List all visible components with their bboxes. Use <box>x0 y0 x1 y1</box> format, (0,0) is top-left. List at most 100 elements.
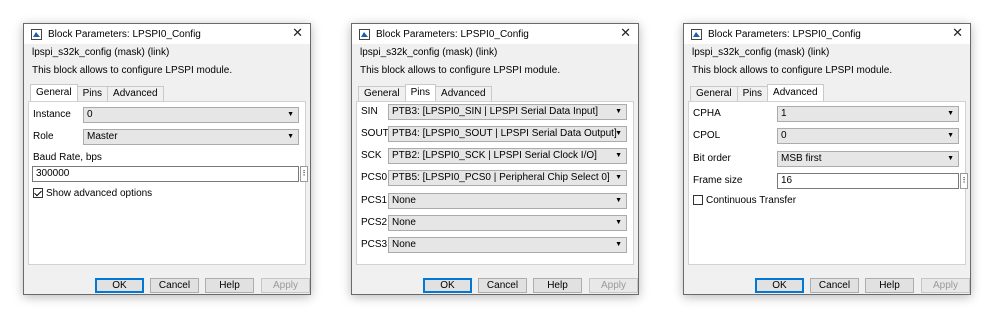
chevron-down-icon: ▼ <box>615 108 622 115</box>
window-title: Block Parameters: LPSPI0_Config <box>708 28 861 40</box>
pin-select-sck[interactable]: PTB2: [LPSPI0_SCK | LPSPI Serial Clock I… <box>388 148 627 164</box>
chevron-down-icon: ▼ <box>615 197 622 204</box>
ok-button[interactable]: OK <box>755 278 804 293</box>
pin-select-sin[interactable]: PTB3: [LPSPI0_SIN | LPSPI Serial Data In… <box>388 104 627 120</box>
tab-pins[interactable]: Pins <box>76 86 109 101</box>
cpha-select[interactable]: 1 ▼ <box>777 106 959 122</box>
chevron-down-icon: ▼ <box>615 174 622 181</box>
simulink-block-icon <box>31 28 42 40</box>
instance-label: Instance <box>33 109 71 120</box>
ellipsis-icon[interactable]: ⁝ <box>960 173 968 189</box>
title-bar[interactable]: Block Parameters: LPSPI0_Config ✕ <box>24 24 310 44</box>
pin-row-pcs3: PCS3 None ▼ <box>361 237 627 253</box>
role-select[interactable]: Master ▼ <box>83 129 299 145</box>
continuous-transfer-checkbox[interactable] <box>693 195 703 205</box>
block-type-text: lpspi_s32k_config (mask) (link) <box>692 47 830 58</box>
bit-order-select[interactable]: MSB first ▼ <box>777 151 959 167</box>
chevron-down-icon: ▼ <box>287 133 294 140</box>
pin-label: SCK <box>361 150 382 161</box>
show-advanced-checkbox[interactable] <box>33 188 43 198</box>
dialog-advanced: Block Parameters: LPSPI0_Config ✕ lpspi_… <box>683 23 971 295</box>
block-description: This block allows to configure LPSPI mod… <box>360 65 561 76</box>
tab-pins[interactable]: Pins <box>404 84 437 101</box>
help-button[interactable]: Help <box>205 278 254 293</box>
close-icon[interactable]: ✕ <box>620 26 631 40</box>
ok-button[interactable]: OK <box>423 278 472 293</box>
pin-select-sout[interactable]: PTB4: [LPSPI0_SOUT | LPSPI Serial Data O… <box>388 126 627 142</box>
pin-select-pcs2[interactable]: None ▼ <box>388 215 627 231</box>
help-button[interactable]: Help <box>865 278 914 293</box>
pin-row-pcs0: PCS0 PTB5: [LPSPI0_PCS0 | Peripheral Chi… <box>361 170 627 186</box>
pin-label: PCS3 <box>361 239 388 250</box>
tab-panel-pins: SIN PTB3: [LPSPI0_SIN | LPSPI Serial Dat… <box>356 101 634 265</box>
pin-value: None <box>392 239 416 250</box>
apply-button[interactable]: Apply <box>589 278 638 293</box>
simulink-block-icon <box>691 28 702 40</box>
dialog-general: Block Parameters: LPSPI0_Config ✕ lpspi_… <box>23 23 311 295</box>
bit-order-row: Bit order MSB first ▼ <box>693 151 959 167</box>
chevron-down-icon: ▼ <box>947 155 954 162</box>
window-title: Block Parameters: LPSPI0_Config <box>376 28 529 40</box>
cancel-button[interactable]: Cancel <box>150 278 199 293</box>
pin-label: PCS2 <box>361 217 388 228</box>
apply-button[interactable]: Apply <box>261 278 310 293</box>
frame-size-label: Frame size <box>693 175 743 186</box>
continuous-transfer-label: Continuous Transfer <box>706 194 797 206</box>
role-value: Master <box>87 131 118 142</box>
cpol-value: 0 <box>781 130 787 141</box>
tab-general[interactable]: General <box>690 86 738 101</box>
block-description: This block allows to configure LPSPI mod… <box>692 65 893 76</box>
tab-bar: General Pins Advanced <box>30 84 164 101</box>
pin-select-pcs1[interactable]: None ▼ <box>388 193 627 209</box>
pin-row-pcs2: PCS2 None ▼ <box>361 215 627 231</box>
cancel-button[interactable]: Cancel <box>478 278 527 293</box>
instance-value: 0 <box>87 109 93 120</box>
cpol-row: CPOL 0 ▼ <box>693 128 959 144</box>
pin-row-sin: SIN PTB3: [LPSPI0_SIN | LPSPI Serial Dat… <box>361 104 627 120</box>
help-button[interactable]: Help <box>533 278 582 293</box>
tab-advanced[interactable]: Advanced <box>767 84 824 101</box>
baud-rate-input[interactable]: 300000 <box>32 166 299 182</box>
title-bar[interactable]: Block Parameters: LPSPI0_Config ✕ <box>684 24 970 44</box>
apply-button[interactable]: Apply <box>921 278 970 293</box>
baud-rate-label: Baud Rate, bps <box>33 152 102 163</box>
pin-select-pcs0[interactable]: PTB5: [LPSPI0_PCS0 | Peripheral Chip Sel… <box>388 170 627 186</box>
block-type-text: lpspi_s32k_config (mask) (link) <box>360 47 498 58</box>
cancel-button[interactable]: Cancel <box>810 278 859 293</box>
simulink-block-icon <box>359 28 370 40</box>
chevron-down-icon: ▼ <box>615 152 622 159</box>
tab-advanced[interactable]: Advanced <box>435 86 492 101</box>
chevron-down-icon: ▼ <box>287 111 294 118</box>
close-icon[interactable]: ✕ <box>292 26 303 40</box>
cpha-row: CPHA 1 ▼ <box>693 106 959 122</box>
pin-value: PTB2: [LPSPI0_SCK | LPSPI Serial Clock I… <box>392 150 597 161</box>
pin-label: SIN <box>361 106 378 117</box>
chevron-down-icon: ▼ <box>615 130 622 137</box>
instance-row: Instance 0 ▼ <box>33 107 299 123</box>
continuous-transfer-row: Continuous Transfer <box>693 193 796 207</box>
tab-general[interactable]: General <box>30 84 78 101</box>
chevron-down-icon: ▼ <box>615 241 622 248</box>
role-label: Role <box>33 131 54 142</box>
block-description: This block allows to configure LPSPI mod… <box>32 65 233 76</box>
dialog-pins: Block Parameters: LPSPI0_Config ✕ lpspi_… <box>351 23 639 295</box>
frame-size-input[interactable]: 16 <box>777 173 959 189</box>
tab-general[interactable]: General <box>358 86 406 101</box>
cpol-label: CPOL <box>693 130 721 141</box>
pin-value: PTB5: [LPSPI0_PCS0 | Peripheral Chip Sel… <box>392 172 610 183</box>
pin-value: PTB3: [LPSPI0_SIN | LPSPI Serial Data In… <box>392 106 599 117</box>
pin-select-pcs3[interactable]: None ▼ <box>388 237 627 253</box>
pin-label: PCS1 <box>361 195 388 206</box>
pin-label: SOUT <box>361 128 389 139</box>
ok-button[interactable]: OK <box>95 278 144 293</box>
cpol-select[interactable]: 0 ▼ <box>777 128 959 144</box>
tab-advanced[interactable]: Advanced <box>107 86 164 101</box>
tab-bar: General Pins Advanced <box>358 84 492 101</box>
instance-select[interactable]: 0 ▼ <box>83 107 299 123</box>
tab-pins[interactable]: Pins <box>736 86 769 101</box>
ellipsis-icon[interactable]: ⁝ <box>300 166 308 182</box>
close-icon[interactable]: ✕ <box>952 26 963 40</box>
pin-value: PTB4: [LPSPI0_SOUT | LPSPI Serial Data O… <box>392 128 617 139</box>
show-advanced-label: Show advanced options <box>46 187 153 199</box>
title-bar[interactable]: Block Parameters: LPSPI0_Config ✕ <box>352 24 638 44</box>
